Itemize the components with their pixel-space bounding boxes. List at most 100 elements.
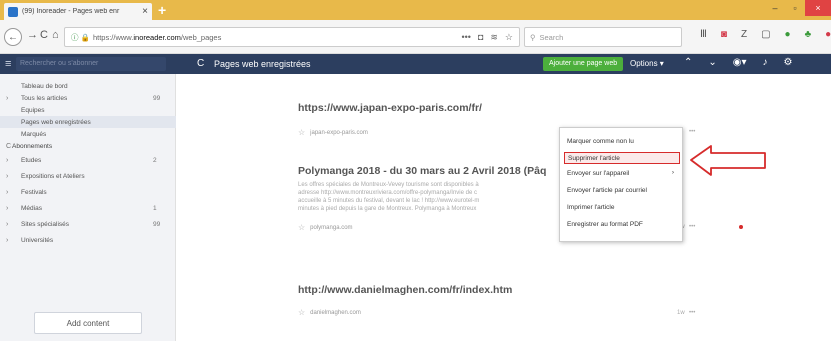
article-more-icon[interactable]: ••• [689, 310, 695, 316]
home-icon[interactable]: ⌂ [52, 29, 59, 41]
tab-title: (99) Inoreader - Pages web enr [22, 8, 120, 15]
chevron-right-icon[interactable]: › [6, 157, 8, 164]
sidebar-item-label: Pages web enregistrées [21, 118, 91, 126]
back-icon[interactable]: ← [4, 28, 22, 46]
pocket-icon[interactable]: ◙ [721, 29, 727, 40]
add-content-button[interactable]: Add content [34, 312, 142, 334]
url-prefix: https://www. [92, 32, 134, 42]
sidebar-item-label: Equipes [21, 106, 45, 114]
article-list: https://www.japan-expo-paris.com/fr/ ☆ j… [177, 74, 831, 341]
address-bar[interactable]: ⓘ 🔒 https://www. inoreader.com/web_pages … [64, 27, 520, 47]
article-more-icon[interactable]: ••• [689, 129, 695, 135]
sidebar-folder-universites[interactable]: › Universités [0, 234, 176, 246]
leaf-icon[interactable]: ● [785, 29, 791, 40]
options-dropdown[interactable]: Options ▾ [630, 59, 664, 68]
page-actions-icon[interactable]: ••• [461, 32, 470, 43]
tab-close-icon[interactable]: × [142, 6, 148, 17]
menu-item-mark-unread[interactable]: Marquer comme non lu [564, 136, 680, 148]
list-item[interactable]: http://www.danielmaghen.com/fr/index.htm… [298, 284, 512, 317]
menu-item-label: Imprimer l'article [567, 204, 615, 211]
chevron-right-icon[interactable]: › [6, 221, 8, 228]
sidebar-folder-etudes[interactable]: › Etudes 2 [0, 154, 176, 166]
sidebar-item-dashboard[interactable]: Tableau de bord [0, 80, 176, 92]
sidebar-item-saved-web-pages[interactable]: Pages web enregistrées [0, 116, 176, 128]
sidebar: Tableau de bord › Tous les articles 99 E… [0, 74, 176, 341]
menu-item-label: Enregistrer au format PDF [567, 221, 643, 228]
star-icon[interactable]: ☆ [298, 128, 305, 137]
reader-view-icon[interactable]: ≋ [490, 32, 498, 43]
star-icon[interactable]: ☆ [298, 308, 305, 317]
sidebar-folder-medias[interactable]: › Médias 1 [0, 202, 176, 214]
article-title[interactable]: Polymanga 2018 - du 30 mars au 2 Avril 2… [298, 165, 546, 177]
menu-icon[interactable]: ≡ [5, 58, 11, 70]
library-icon[interactable]: Ⅲ [700, 29, 707, 40]
unread-count: 99 [153, 94, 161, 102]
refresh-icon[interactable]: C [197, 58, 204, 69]
sidebar-folder-label: Sites spécialisés [21, 220, 70, 228]
chevron-up-icon[interactable]: ⌃ [684, 57, 692, 68]
secure-lock-icon: ⓘ 🔒 [71, 32, 90, 42]
new-tab-button[interactable]: + [158, 2, 166, 18]
context-menu: Marquer comme non lu Supprimer l'article… [559, 127, 683, 242]
submenu-arrow-icon: › [671, 169, 674, 176]
extension-icon[interactable]: ● [825, 29, 831, 40]
red-arrow-annotation-icon [690, 145, 766, 176]
menu-item-label: Supprimer l'article [568, 155, 620, 162]
minimize-button[interactable]: – [765, 0, 785, 16]
chevron-right-icon[interactable]: › [6, 95, 8, 102]
menu-item-email-article[interactable]: Envoyer l'article par courriel [564, 185, 680, 197]
sidebar-item-label: Tous les articles [21, 94, 68, 102]
forward-icon[interactable]: → [27, 29, 38, 41]
search-placeholder: Search [539, 32, 564, 42]
list-item[interactable]: Polymanga 2018 - du 30 mars au 2 Avril 2… [298, 165, 598, 232]
view-eye-icon[interactable]: ◉▾ [733, 57, 747, 68]
sidebar-item-label: Tableau de bord [21, 82, 68, 90]
bookmark-star-icon[interactable]: ☆ [505, 32, 513, 43]
settings-gear-icon[interactable]: ⚙ [784, 57, 793, 68]
menu-item-send-to-device[interactable]: Envoyer sur l'appareil › [564, 168, 680, 180]
reader-icon[interactable]: ▢ [761, 29, 770, 40]
article-source: ☆ japan-expo-paris.com [298, 128, 368, 137]
window-controls: – ▫ × [765, 0, 831, 16]
sidebar-folder-expositions[interactable]: › Expositions et Ateliers [0, 170, 176, 182]
article-title[interactable]: https://www.japan-expo-paris.com/fr/ [298, 102, 482, 114]
browser-tab-strip: (99) Inoreader - Pages web enr × + – ▫ × [0, 0, 831, 20]
sidebar-item-all-articles[interactable]: › Tous les articles 99 [0, 92, 176, 104]
maximize-button[interactable]: ▫ [785, 0, 805, 16]
chevron-right-icon[interactable]: › [6, 237, 8, 244]
article-title[interactable]: http://www.danielmaghen.com/fr/index.htm [298, 284, 512, 296]
chevron-right-icon[interactable]: › [6, 173, 8, 180]
chevron-right-icon[interactable]: › [6, 205, 8, 212]
subscribe-search-input[interactable]: Rechercher ou s'abonner [16, 57, 166, 71]
sidebar-item-label: Marqués [21, 130, 47, 138]
close-window-button[interactable]: × [805, 0, 831, 16]
menu-item-save-pdf[interactable]: Enregistrer au format PDF [564, 219, 680, 231]
menu-item-print-article[interactable]: Imprimer l'article [564, 202, 680, 214]
sidebar-folder-sites-specialises[interactable]: › Sites spécialisés 99 [0, 218, 176, 230]
pocket-save-icon[interactable]: ◘ [478, 32, 483, 43]
notification-badge-icon[interactable]: ♣ [805, 29, 812, 40]
add-web-page-button[interactable]: Ajouter une page web [543, 57, 624, 71]
menu-item-delete-article[interactable]: Supprimer l'article [564, 152, 680, 164]
sidebar-folder-festivals[interactable]: › Festivals [0, 186, 176, 198]
sidebar-section-subscriptions[interactable]: C Abonnements [0, 140, 176, 152]
chevron-right-icon[interactable]: › [6, 189, 8, 196]
article-time: 1w [677, 310, 685, 316]
sidebar-item-teams[interactable]: Equipes [0, 104, 176, 116]
browser-tab[interactable]: (99) Inoreader - Pages web enr × [4, 3, 152, 20]
article-more-icon[interactable]: ••• [689, 224, 695, 230]
article-source-label: danielmaghen.com [310, 309, 361, 316]
chevron-down-icon[interactable]: ⌄ [708, 57, 716, 68]
sidebar-item-starred[interactable]: Marqués [0, 128, 176, 140]
inoreader-favicon-icon [8, 6, 18, 17]
sidebar-folder-label: Médias [21, 204, 42, 212]
reload-icon[interactable]: C [40, 29, 48, 41]
list-item[interactable]: https://www.japan-expo-paris.com/fr/ ☆ j… [298, 102, 482, 137]
z-icon[interactable]: Z [741, 29, 747, 40]
notifications-bell-icon[interactable]: ♪ [763, 57, 768, 68]
browser-search-input[interactable]: ⚲ Search [524, 27, 682, 47]
search-icon: ⚲ [530, 32, 536, 42]
url-path: /web_pages [180, 32, 222, 42]
unread-count: 99 [153, 220, 161, 228]
star-icon[interactable]: ☆ [298, 223, 305, 232]
